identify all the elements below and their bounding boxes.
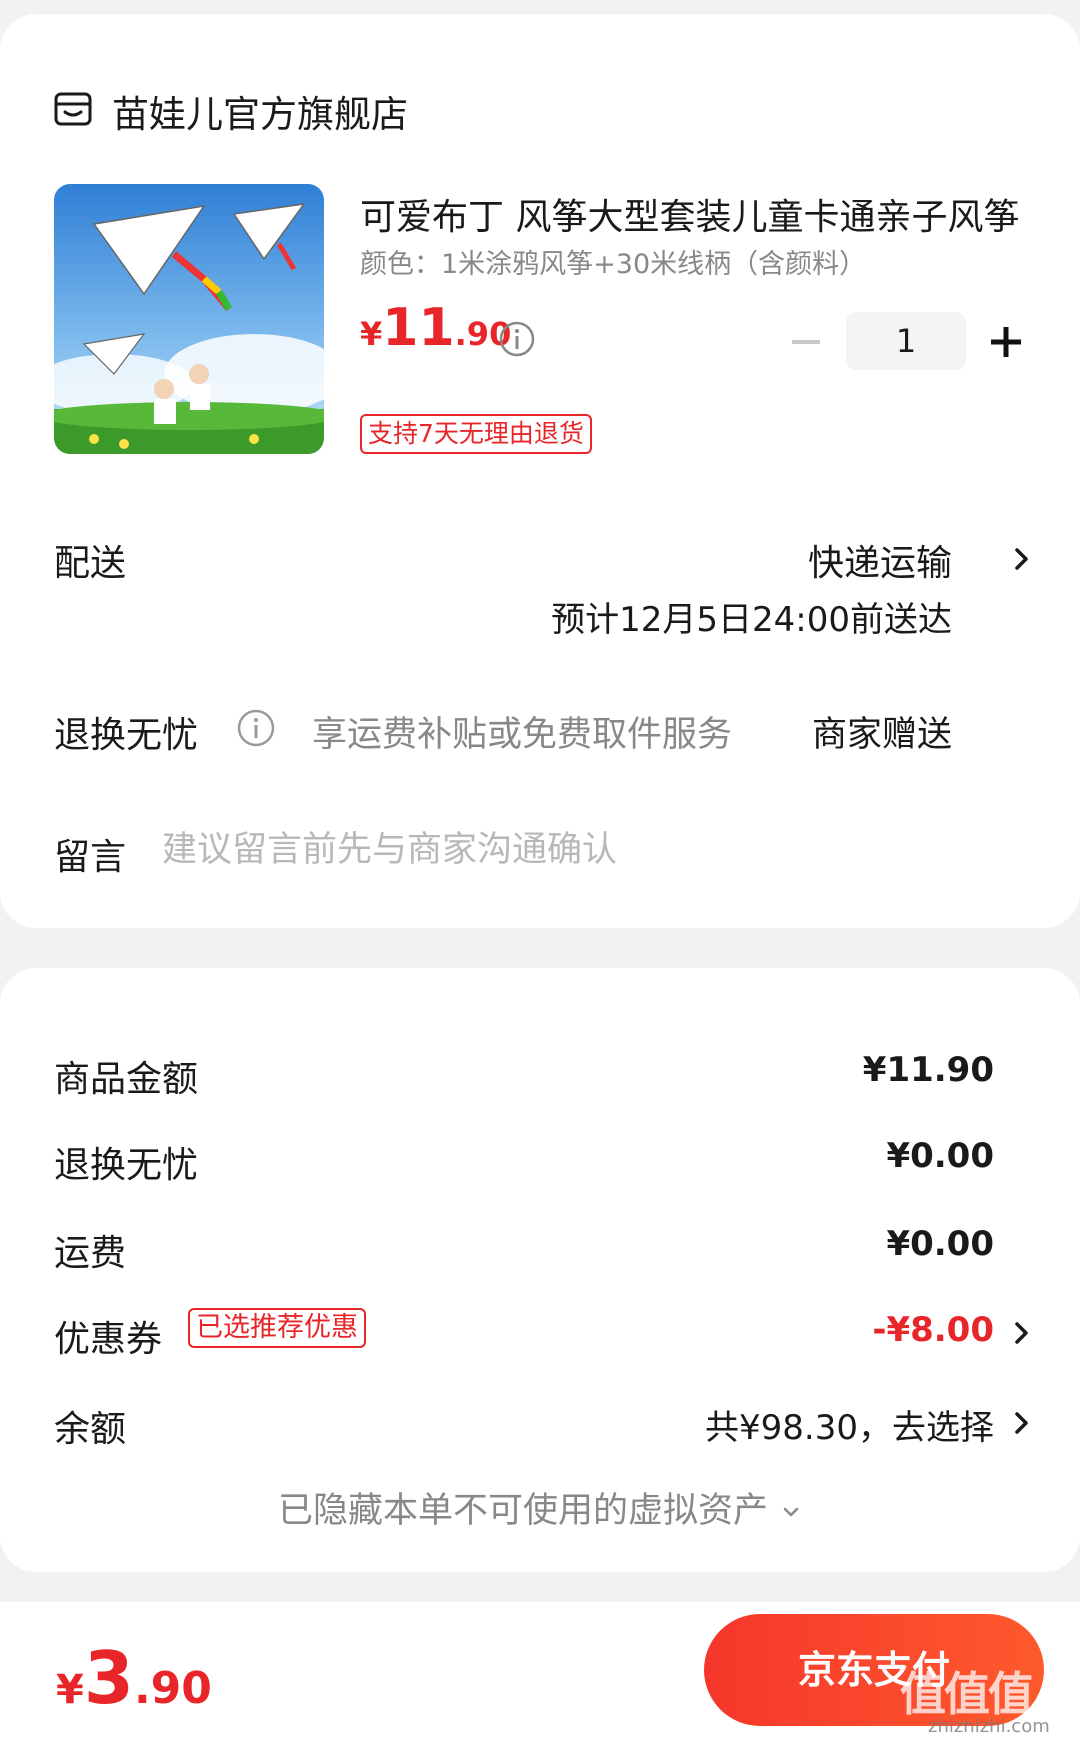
worry-free-label: 退换无忧 [54,715,199,756]
quantity-value[interactable]: 1 [846,312,966,370]
worry-free-fee-value: ¥0.00 [886,1136,994,1176]
product-image[interactable] [54,184,324,454]
price-currency: ¥ [360,315,383,353]
hidden-assets-toggle[interactable]: 已隐藏本单不可使用的虚拟资产 [0,1482,1080,1533]
chevron-right-icon[interactable] [1010,544,1034,574]
balance-label: 余额 [54,1409,127,1450]
info-icon[interactable] [236,708,276,748]
balance-value[interactable]: 共¥98.30，去选择 [705,1400,994,1449]
info-icon[interactable] [498,320,536,358]
worry-free-fee-label: 退换无忧 [54,1145,199,1186]
total-price: ¥3.90 [56,1642,212,1714]
product-title[interactable]: 可爱布丁 风筝大型套装儿童卡通亲子风筝 [360,188,1020,240]
order-card: 苗娃儿官方旗舰店 可爱布丁 风筝大型套装儿童卡通亲子风筝 颜色：1米涂鸦风筝+3… [0,14,1080,928]
coupon-selected-tag: 已选推荐优惠 [188,1308,366,1348]
store-icon [54,92,92,126]
freight-value: ¥0.00 [886,1224,994,1264]
goods-amount-value: ¥11.90 [862,1050,994,1090]
chevron-down-icon [783,1507,799,1517]
kite-photo-illustration [54,184,324,454]
price-integer: 11 [382,298,455,358]
total-integer: 3 [83,1636,134,1720]
message-label: 留言 [54,837,127,878]
coupon-value[interactable]: -¥8.00 [872,1310,994,1350]
return-policy-badge: 支持7天无理由退货 [360,414,592,454]
delivery-label: 配送 [54,543,127,584]
watermark-logo: 值值值 [900,1667,1034,1721]
chevron-right-icon[interactable] [1010,1318,1034,1348]
watermark-url: zhizhizhi.com [928,1716,1050,1737]
product-spec[interactable]: 颜色：1米涂鸦风筝+30米线柄（含颜料） [360,242,866,281]
delivery-method[interactable]: 快递运输 [808,534,952,586]
checkout-bar: ¥3.90 京东支付 值值值 zhizhizhi.com [0,1602,1080,1748]
total-currency: ¥ [56,1667,84,1713]
coupon-label: 优惠券 [54,1319,163,1360]
message-input[interactable] [162,820,962,880]
worry-free-gift: 商家赠送 [811,715,952,755]
worry-free-description: 享运费补贴或免费取件服务 [312,715,733,755]
price-summary-card: 商品金额 ¥11.90 退换无忧 ¥0.00 运费 ¥0.00 优惠券 已选推荐… [0,968,1080,1572]
quantity-decrease-button[interactable] [786,322,826,362]
chevron-right-icon[interactable] [1010,1408,1034,1438]
product-price: ¥11.90 [360,302,511,354]
delivery-eta: 预计12月5日24:00前送达 [551,600,952,640]
total-decimal: .90 [133,1663,212,1714]
hidden-assets-label: 已隐藏本单不可使用的虚拟资产 [277,1491,768,1531]
freight-label: 运费 [54,1233,127,1274]
goods-amount-label: 商品金额 [54,1059,199,1100]
quantity-increase-button[interactable] [986,322,1026,362]
store-name[interactable]: 苗娃儿官方旗舰店 [112,84,408,138]
